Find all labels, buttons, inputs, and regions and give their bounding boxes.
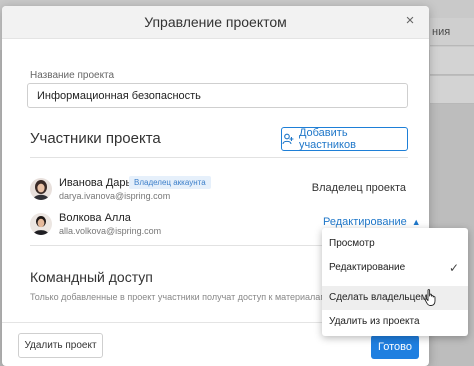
avatar <box>30 178 52 200</box>
member-name: Иванова Дарья <box>59 177 138 189</box>
background-column-header-text: ния <box>432 26 451 38</box>
participants-title: Участники проекта <box>30 130 161 147</box>
menu-item-label: Просмотр <box>329 238 375 249</box>
team-access-description: Только добавленные в проект участники по… <box>30 292 322 302</box>
hand-cursor-icon <box>424 289 436 306</box>
check-icon: ✓ <box>448 261 459 275</box>
add-user-icon <box>282 133 294 145</box>
menu-item-edit[interactable]: Редактирование ✓ <box>322 256 468 280</box>
member-email: alla.volkova@ispring.com <box>59 226 162 236</box>
done-button[interactable]: Готово <box>371 335 419 359</box>
add-participants-button[interactable]: Добавить участников <box>281 127 408 151</box>
member-role-dropdown[interactable]: Редактирование ▲ <box>323 216 421 228</box>
close-button[interactable]: × <box>401 12 419 30</box>
menu-item-label: Удалить из проекта <box>329 316 420 327</box>
menu-item-view[interactable]: Просмотр <box>322 232 468 256</box>
add-participants-label: Добавить участников <box>298 127 356 151</box>
chevron-up-icon: ▲ <box>411 217 421 227</box>
dialog-title: Управление проектом <box>144 14 287 30</box>
menu-item-label: Редактирование <box>329 262 406 273</box>
member-email: darya.ivanova@ispring.com <box>59 191 171 201</box>
project-name-label: Название проекта <box>30 70 115 81</box>
background-row <box>430 47 474 75</box>
project-name-input[interactable] <box>27 83 408 108</box>
avatar <box>30 213 52 235</box>
role-menu: Просмотр Редактирование ✓ Сделать владел… <box>322 228 468 336</box>
menu-item-label: Сделать владельцем <box>329 292 428 303</box>
menu-item-make-owner[interactable]: Сделать владельцем <box>322 286 468 310</box>
dialog-header: Управление проектом × <box>2 6 429 39</box>
menu-item-remove[interactable]: Удалить из проекта <box>322 310 468 334</box>
delete-project-button[interactable]: Удалить проект <box>18 333 103 358</box>
member-role-value: Редактирование <box>323 216 407 228</box>
background-row <box>430 76 474 104</box>
close-icon: × <box>405 12 415 29</box>
divider <box>30 157 408 158</box>
account-owner-badge: Владелец аккаунта <box>129 176 211 189</box>
member-role: Владелец проекта <box>311 182 406 194</box>
team-access-title: Командный доступ <box>30 269 153 285</box>
member-name: Волкова Алла <box>59 212 131 224</box>
background-column-header: ния <box>430 18 474 46</box>
